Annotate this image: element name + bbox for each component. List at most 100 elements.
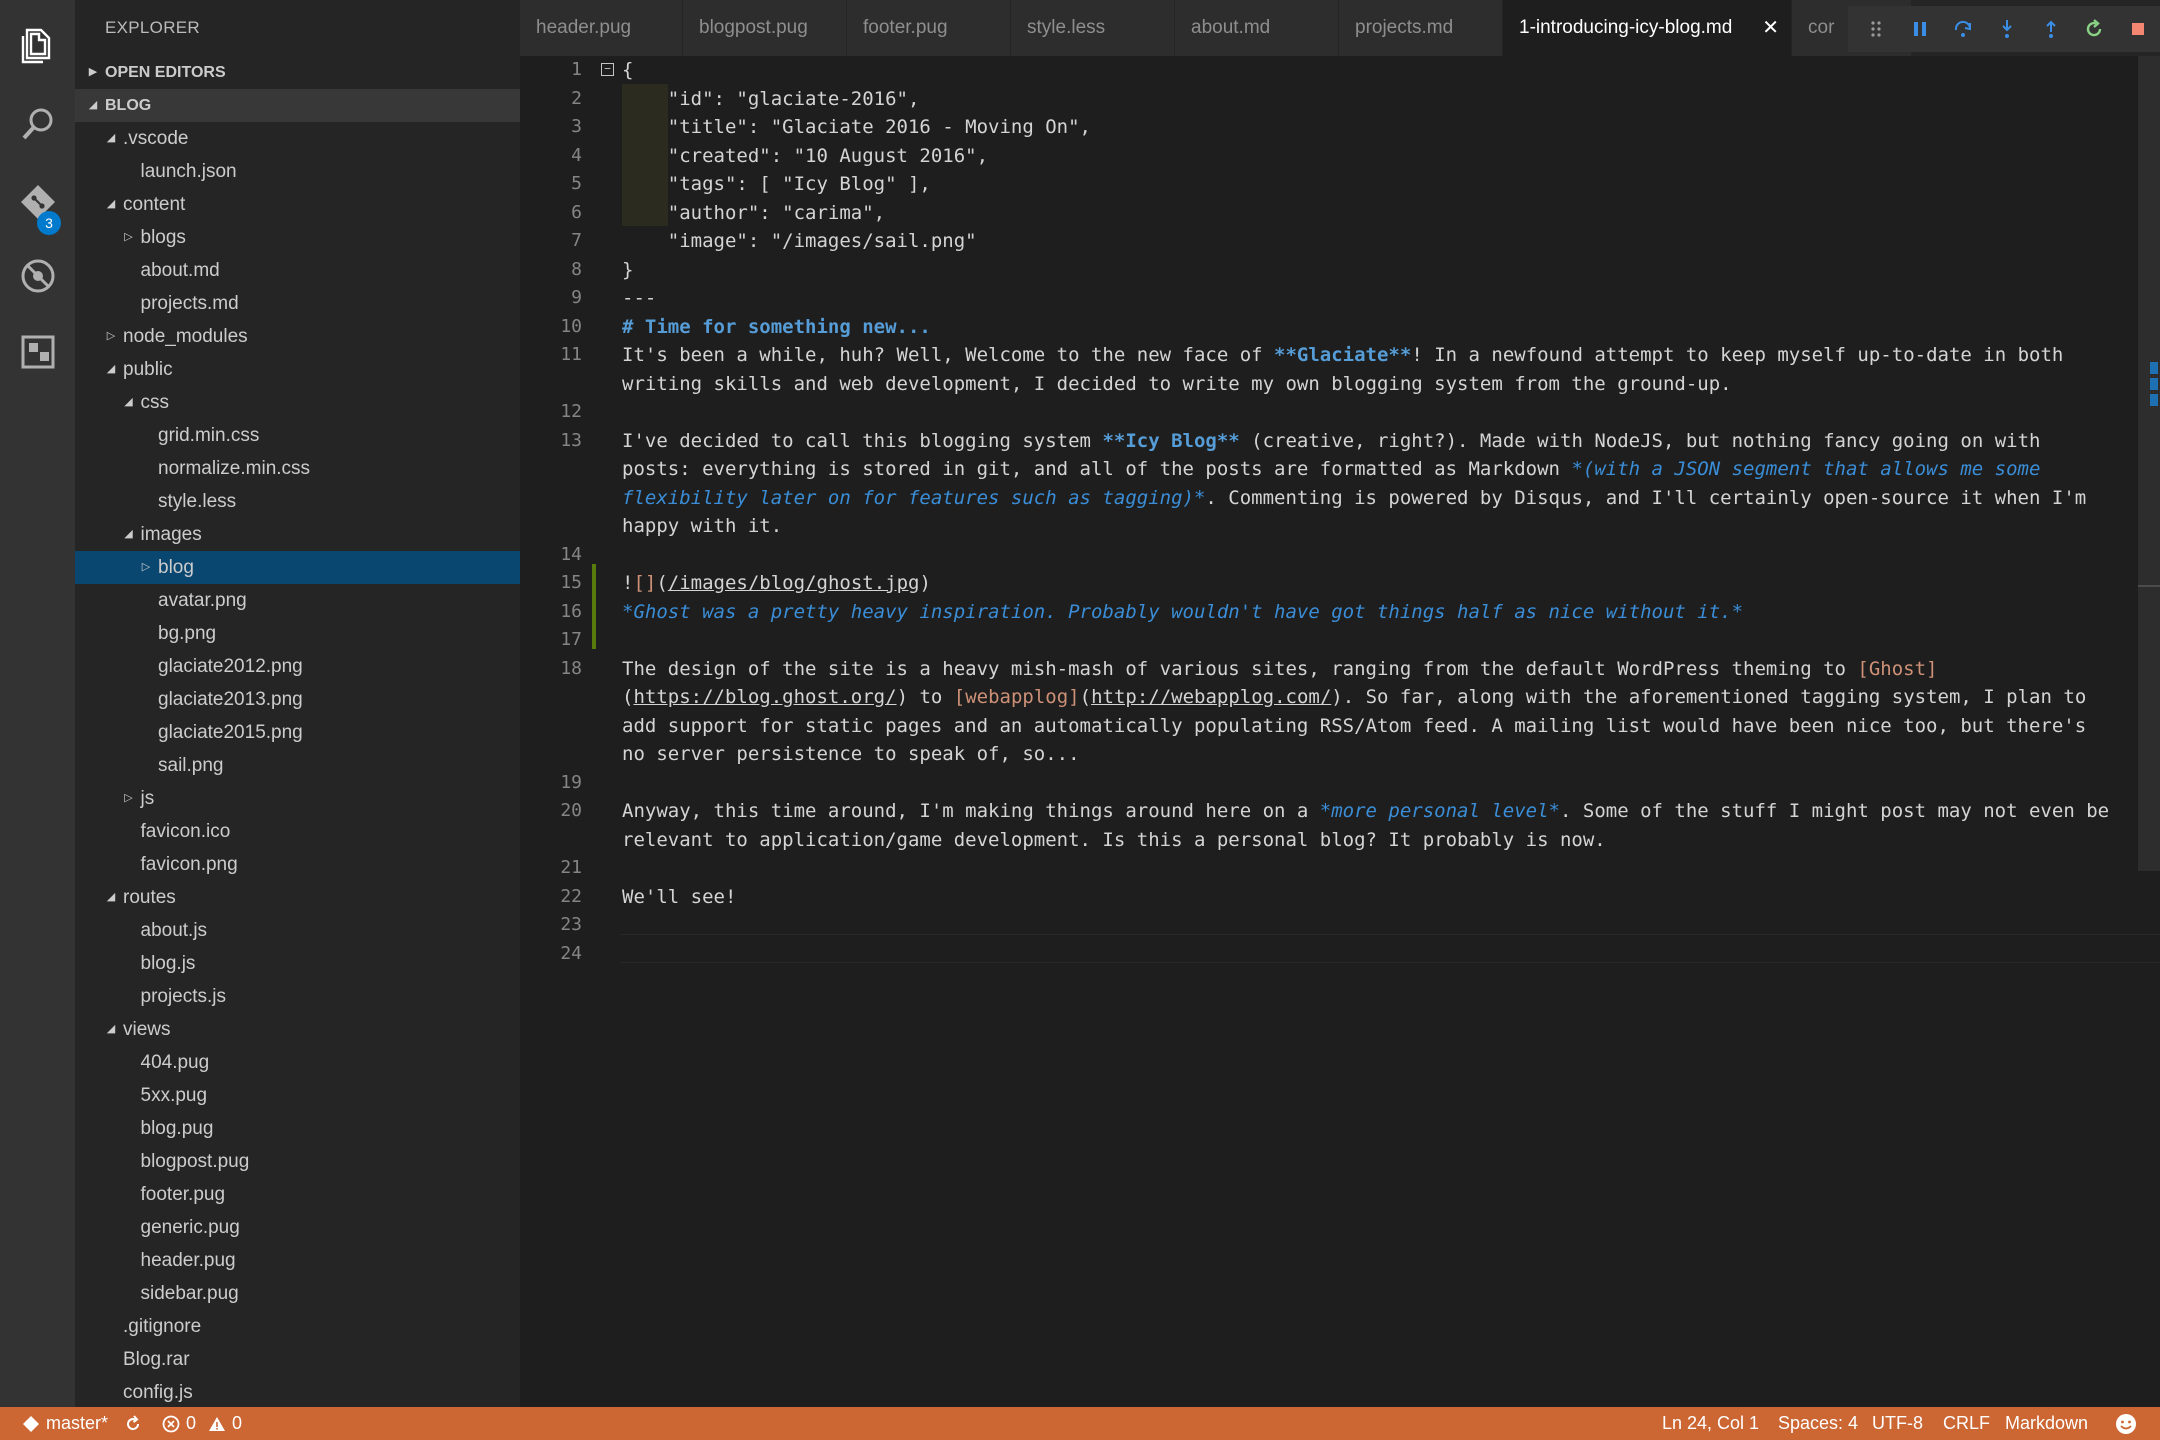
step-out-icon[interactable] xyxy=(2029,6,2073,52)
language-mode[interactable]: Markdown xyxy=(2005,1407,2088,1440)
tree-file[interactable]: glaciate2015.png xyxy=(75,716,520,749)
tree-folder[interactable]: ◢ .vscode xyxy=(75,122,520,155)
tree-file[interactable]: generic.pug xyxy=(75,1211,520,1244)
editor-tab[interactable]: projects.md xyxy=(1339,0,1503,56)
chevron-right-icon: ▷ xyxy=(124,792,133,804)
code-token: ) xyxy=(919,572,931,594)
tree-folder[interactable]: ◢ public xyxy=(75,353,520,386)
editor-pane[interactable]: 1 2 3 4 5 6 7 8 9 10 11 12 13 14 15 16 17 18 19 20 21 22 23 24 … xyxy=(520,56,2160,1407)
chevron-down-icon: ◢ xyxy=(106,891,116,903)
open-editors-header[interactable]: ▶ OPEN EDITORS xyxy=(75,56,520,89)
editor-tab[interactable]: style.less xyxy=(1011,0,1175,56)
tree-file[interactable]: 5xx.pug xyxy=(75,1079,520,1112)
explorer-sidebar: EXPLORER ▶ OPEN EDITORS ◢ BLOG ◢ .vscode l… xyxy=(75,0,520,1407)
tree-file[interactable]: blog.js xyxy=(75,947,520,980)
blog-folder-header[interactable]: ◢ BLOG xyxy=(75,89,520,122)
close-icon[interactable]: ✕ xyxy=(1762,0,1779,56)
tree-file[interactable]: normalize.min.css xyxy=(75,452,520,485)
tree-file[interactable]: favicon.png xyxy=(75,848,520,881)
tree-folder[interactable]: ◢ content xyxy=(75,188,520,221)
tree-file[interactable]: blogpost.pug xyxy=(75,1145,520,1178)
vertical-scrollbar[interactable] xyxy=(2138,56,2160,871)
code-token: /images/blog/ghost.jpg xyxy=(667,572,920,594)
tree-file[interactable]: favicon.ico xyxy=(75,815,520,848)
tree-file[interactable]: glaciate2012.png xyxy=(75,650,520,683)
line-ending[interactable]: CRLF xyxy=(1943,1407,1990,1440)
tree-item-label: glaciate2013.png xyxy=(158,689,303,710)
tree-folder[interactable]: ◢ css xyxy=(75,386,520,419)
tree-file[interactable]: .gitignore xyxy=(75,1310,520,1343)
editor-tab[interactable]: about.md xyxy=(1175,0,1339,56)
tree-folder[interactable]: ▷ blog xyxy=(75,551,520,584)
tree-file[interactable]: header.pug xyxy=(75,1244,520,1277)
step-into-icon[interactable] xyxy=(1985,6,2029,52)
tree-folder[interactable]: ▷ node_modules xyxy=(75,320,520,353)
tree-file[interactable]: config.js xyxy=(75,1376,520,1407)
tree-file[interactable]: blog.pug xyxy=(75,1112,520,1145)
activity-bar: 3 xyxy=(0,0,75,1407)
tree-file[interactable]: footer.pug xyxy=(75,1178,520,1211)
code-token: relevant to application/game development… xyxy=(622,828,1606,851)
code-token: ( xyxy=(622,686,634,708)
tree-item-label: generic.pug xyxy=(140,1217,240,1238)
tree-file[interactable]: sail.png xyxy=(75,749,520,782)
extensions-icon[interactable] xyxy=(0,314,75,389)
drag-handle-icon[interactable] xyxy=(1854,6,1898,52)
debug-icon[interactable] xyxy=(0,238,75,313)
code-token: We'll see! xyxy=(622,885,737,908)
tree-file[interactable]: projects.md xyxy=(75,287,520,320)
tree-folder[interactable]: ▷ js xyxy=(75,782,520,815)
cursor-position[interactable]: Ln 24, Col 1 xyxy=(1662,1407,1759,1440)
tree-file[interactable]: Blog.rar xyxy=(75,1343,520,1376)
encoding[interactable]: UTF-8 xyxy=(1872,1407,1923,1440)
code-token: writing skills and web development, I de… xyxy=(622,372,1732,395)
restart-icon[interactable] xyxy=(2073,6,2117,52)
code-token: "author": "carima", xyxy=(622,201,886,224)
tree-file[interactable]: 404.pug xyxy=(75,1046,520,1079)
git-icon[interactable]: 3 xyxy=(0,164,75,239)
code-token: I've decided to call this blogging syste… xyxy=(622,429,1103,452)
code-line: happy with it. xyxy=(622,512,782,541)
tree-file[interactable]: style.less xyxy=(75,485,520,518)
tree-file[interactable]: avatar.png xyxy=(75,584,520,617)
editor-tab[interactable]: blogpost.pug xyxy=(683,0,847,56)
tree-item-label: glaciate2012.png xyxy=(158,656,303,677)
feedback-smiley-icon[interactable] xyxy=(2115,1407,2143,1440)
indentation[interactable]: Spaces: 4 xyxy=(1778,1407,1858,1440)
tree-file[interactable]: about.js xyxy=(75,914,520,947)
tree-item-label: style.less xyxy=(158,491,237,512)
pause-icon[interactable] xyxy=(1898,6,1942,52)
step-over-icon[interactable] xyxy=(1941,6,1985,52)
line-number: 18 xyxy=(560,657,582,679)
tree-folder[interactable]: ◢ views xyxy=(75,1013,520,1046)
editor-tab[interactable]: 1-introducing-icy-blog.md ✕ xyxy=(1503,0,1792,56)
code-line: *Ghost was a pretty heavy inspiration. P… xyxy=(622,598,1743,627)
tree-item-label: projects.js xyxy=(140,986,227,1007)
tree-file[interactable]: glaciate2013.png xyxy=(75,683,520,716)
tree-file[interactable]: about.md xyxy=(75,254,520,287)
tree-file[interactable]: grid.min.css xyxy=(75,419,520,452)
tree-file[interactable]: projects.js xyxy=(75,980,520,1013)
line-number: 1 xyxy=(571,59,582,80)
tree-file[interactable]: bg.png xyxy=(75,617,520,650)
files-icon[interactable] xyxy=(0,8,75,83)
line-number: 19 xyxy=(560,771,582,793)
tree-item-label: avatar.png xyxy=(158,590,247,611)
problems-indicator[interactable]: 0 0 xyxy=(162,1407,242,1440)
code-token: happy with it. xyxy=(622,515,783,537)
tree-folder[interactable]: ▷ blogs xyxy=(75,221,520,254)
editor-tab[interactable]: header.pug xyxy=(520,0,683,56)
stop-icon[interactable] xyxy=(2116,6,2160,52)
tree-file[interactable]: sidebar.pug xyxy=(75,1277,520,1310)
tree-folder[interactable]: ◢ routes xyxy=(75,881,520,914)
branch-indicator[interactable]: master* xyxy=(22,1407,108,1440)
editor-tab[interactable]: footer.pug xyxy=(847,0,1011,56)
tree-file[interactable]: launch.json xyxy=(75,155,520,188)
sync-icon[interactable] xyxy=(124,1407,148,1440)
code-line: (https://blog.ghost.org/) to [webapplog]… xyxy=(622,683,2086,712)
fold-collapse-icon[interactable]: − xyxy=(601,63,614,76)
tree-item-label: grid.min.css xyxy=(158,425,260,446)
tree-folder[interactable]: ◢ images xyxy=(75,518,520,551)
search-icon[interactable] xyxy=(0,86,75,161)
diff-added-indicator xyxy=(592,564,596,649)
